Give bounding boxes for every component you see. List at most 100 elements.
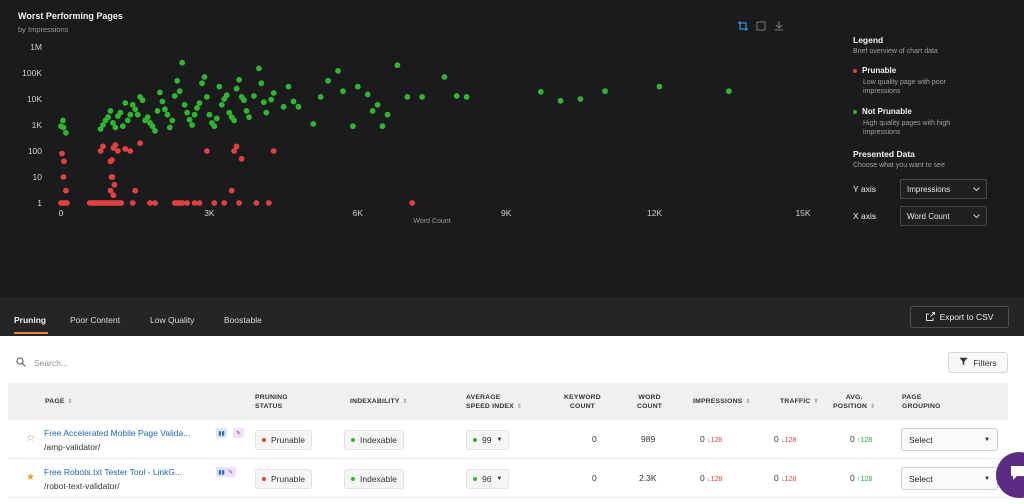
export-csv-button[interactable]: Export to CSV [910,306,1009,328]
scatter-point[interactable] [213,115,220,122]
scatter-point[interactable] [119,123,126,130]
scatter-point[interactable] [537,88,544,95]
chart-bar-icon[interactable]: ▮▮ [216,428,227,438]
scatter-point[interactable] [112,124,119,131]
scatter-point[interactable] [394,62,401,69]
search-input[interactable]: Search... [34,358,68,368]
x-axis-select[interactable]: Word Count [900,206,987,226]
page-grouping-select[interactable]: Select ▼ [901,428,998,451]
column-speed-index[interactable]: AVERAGE SPEED INDEX ⇕ [466,393,522,412]
scatter-point[interactable] [602,88,608,95]
scatter-point[interactable] [290,98,297,105]
scatter-point[interactable] [164,111,171,118]
scatter-point[interactable] [340,88,346,95]
scatter-point[interactable] [463,94,470,100]
scatter-point[interactable] [184,200,191,206]
scatter-point[interactable] [201,74,208,80]
scatter-point[interactable] [60,117,66,124]
scatter-point[interactable] [236,76,243,83]
scatter-point[interactable] [206,111,213,118]
scatter-point[interactable] [132,187,139,194]
scatter-point[interactable] [441,74,448,80]
table-row[interactable]: ★ Free Robots.txt Tester Tool - LinkG...… [8,459,1008,498]
scatter-point[interactable] [211,200,218,206]
scatter-point[interactable] [105,114,111,121]
tab-pruning[interactable]: Pruning [14,315,46,325]
scatter-point[interactable] [258,80,265,87]
scatter-point[interactable] [166,124,173,131]
scatter-point[interactable] [204,94,210,100]
scatter-point[interactable] [134,111,141,118]
scatter-point[interactable] [144,114,151,121]
scatter-point[interactable] [270,90,277,96]
column-page-grouping[interactable]: PAGE GROUPING [902,393,941,411]
scatter-point[interactable] [109,157,115,163]
scatter-point[interactable] [409,200,416,206]
scatter-point[interactable] [211,123,218,130]
scatter-point[interactable] [369,108,376,114]
star-filled-icon[interactable]: ★ [26,472,35,483]
scatter-point[interactable] [577,96,584,102]
scatter-point[interactable] [268,96,275,103]
scatter-point[interactable] [60,174,67,180]
scatter-point[interactable] [179,59,186,66]
scatter-point[interactable] [233,143,240,150]
scatter-point[interactable] [174,77,181,84]
scatter-point[interactable] [171,93,178,99]
scatter-point[interactable] [63,187,69,194]
scatter-point[interactable] [223,92,230,99]
scatter-point[interactable] [354,83,361,90]
star-outline-icon[interactable]: ☆ [26,433,35,444]
scatter-point[interactable] [419,94,425,100]
scatter-point[interactable] [184,109,191,116]
scatter-point[interactable] [260,99,267,106]
scatter-point[interactable] [196,100,203,106]
tab-boostable[interactable]: Boostable [224,315,262,325]
y-axis-select[interactable]: Impressions [900,179,987,199]
scatter-point[interactable] [374,101,381,108]
scatter-point[interactable] [228,187,235,194]
scatter-point[interactable] [285,83,292,90]
scatter-point[interactable] [181,101,188,108]
legend-item-not-prunable[interactable]: Not Prunable High quality pages with hig… [853,107,1018,137]
page-grouping-select[interactable]: Select ▼ [901,467,998,490]
scatter-point[interactable] [335,68,341,74]
column-pruning-status[interactable]: PRUNING STATUS [255,393,288,411]
scatter-point[interactable] [453,93,460,99]
column-impressions[interactable]: IMPRESSIONS ⇕ [693,397,751,407]
tab-poor-content[interactable]: Poor Content [70,315,120,325]
scatter-point[interactable] [270,148,277,154]
scatter-point[interactable] [243,108,250,114]
scatter-point[interactable] [221,200,228,206]
scatter-point[interactable] [194,105,200,111]
scatter-point[interactable] [218,101,225,108]
scatter-point[interactable] [157,89,163,96]
scatter-point[interactable] [384,111,391,118]
scatter-point[interactable] [169,117,176,124]
scatter-point[interactable] [317,94,324,100]
column-word-count[interactable]: WORD COUNT [637,393,662,411]
scatter-point[interactable] [159,98,166,105]
scatter-point[interactable] [725,88,732,95]
scatter-point[interactable] [152,200,158,206]
scatter-point[interactable] [132,106,139,113]
scatter-point[interactable] [127,148,134,154]
scatter-point[interactable] [256,65,262,72]
scatter-point[interactable] [117,109,124,116]
column-keyword-count[interactable]: KEYWORD COUNT [564,393,601,411]
scatter-point[interactable] [189,122,196,128]
page-title-link[interactable]: Free Accelerated Mobile Page Valida... [44,428,190,438]
scatter-point[interactable] [60,124,67,131]
scatter-point[interactable] [199,80,205,87]
scatter-point[interactable] [59,150,65,157]
scatter-point[interactable] [124,117,131,124]
scatter-point[interactable] [295,103,302,110]
speed-index-dropdown[interactable]: 99 ▼ [466,430,510,450]
reset-zoom-icon[interactable] [756,18,766,31]
legend-item-prunable[interactable]: Prunable Low quality page with poor impr… [853,66,1018,96]
scatter-point[interactable] [110,192,117,199]
scatter-point[interactable] [127,111,134,118]
column-page[interactable]: PAGE ⇕ [45,397,73,407]
scatter-point[interactable] [109,174,116,180]
crop-icon[interactable] [738,18,748,31]
